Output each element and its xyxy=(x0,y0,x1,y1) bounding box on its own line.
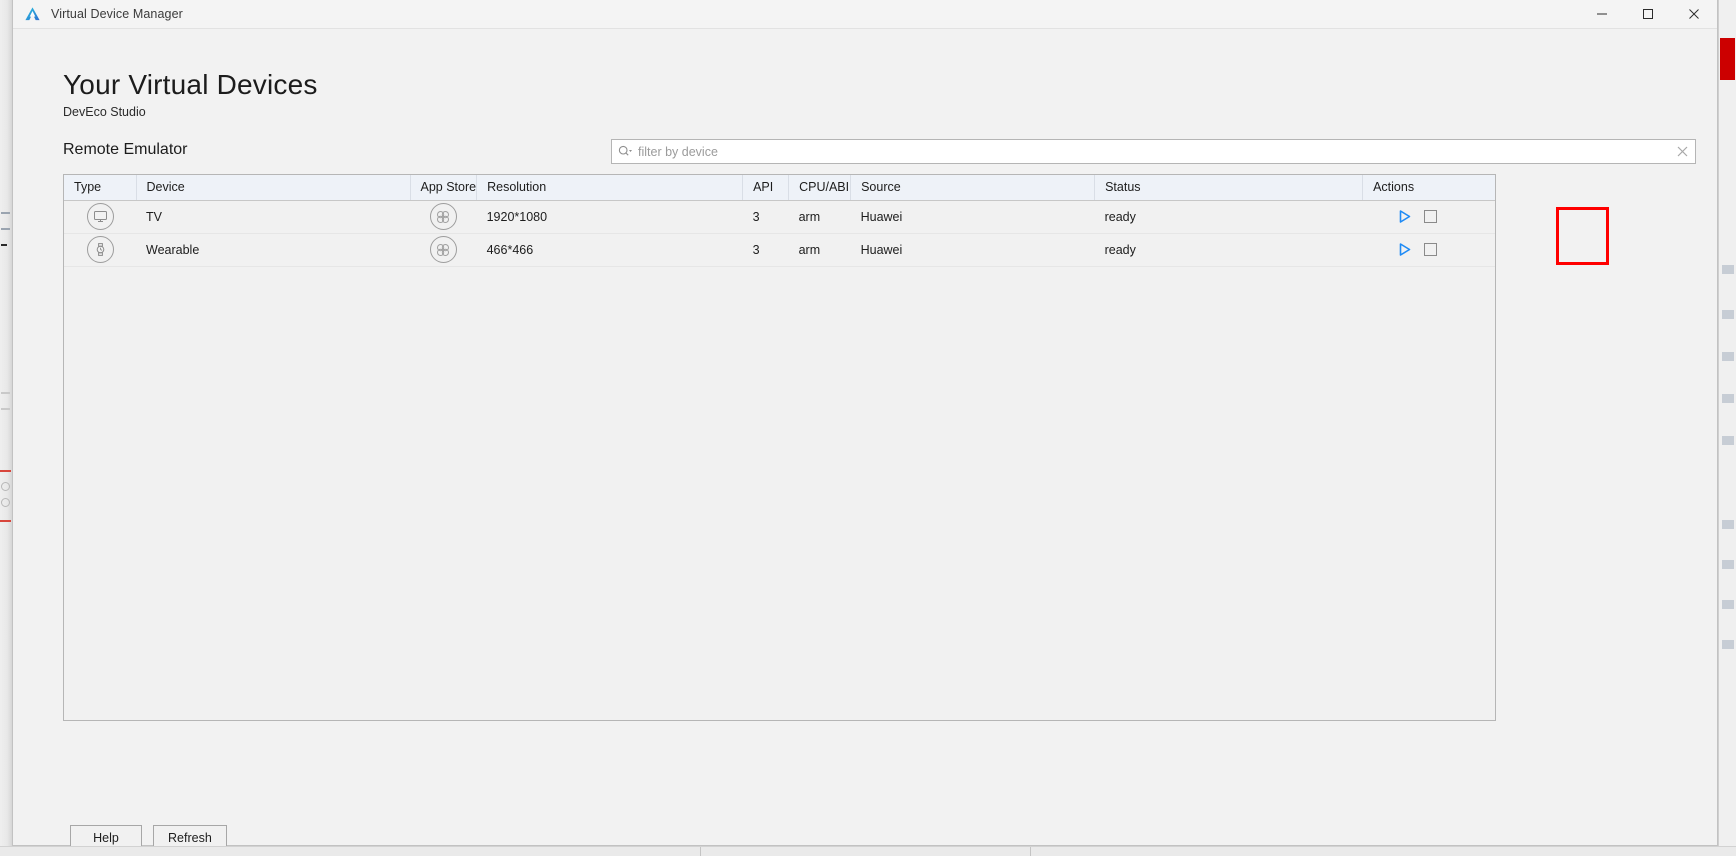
table-body: TV 1920*1080 3 arm Huawei ready Wearable… xyxy=(64,200,1495,267)
cell-cpu-abi: arm xyxy=(788,233,851,267)
table-header: Type Device App Store Resolution API CPU… xyxy=(64,175,1495,201)
play-icon xyxy=(1399,210,1410,223)
column-header-device[interactable]: Device xyxy=(136,175,411,201)
appgallery-flower-icon xyxy=(429,203,457,230)
table-row[interactable]: TV 1920*1080 3 arm Huawei ready xyxy=(64,200,1495,234)
maximize-icon xyxy=(1643,9,1653,19)
cell-device: Wearable xyxy=(136,233,410,267)
play-button[interactable] xyxy=(1397,209,1412,224)
close-icon xyxy=(1689,9,1699,19)
cell-api: 3 xyxy=(742,233,789,267)
cell-api: 3 xyxy=(742,200,789,234)
cell-type xyxy=(64,200,136,234)
page-title: Your Virtual Devices xyxy=(63,69,318,100)
tv-monitor-icon xyxy=(86,203,114,230)
stop-icon xyxy=(1423,210,1437,223)
stop-button[interactable] xyxy=(1423,210,1437,223)
cell-app-store xyxy=(410,200,477,234)
table-row[interactable]: Wearable 466*466 3 arm Huawei ready xyxy=(64,233,1495,267)
close-button[interactable] xyxy=(1671,0,1717,29)
device-table-panel: Type Device App Store Resolution API CPU… xyxy=(63,174,1496,721)
cell-type xyxy=(64,233,136,267)
window-title: Virtual Device Manager xyxy=(51,7,183,21)
cell-source: Huawei xyxy=(850,233,1095,267)
window-controls xyxy=(1579,0,1717,29)
column-header-api[interactable]: API xyxy=(742,175,790,201)
appgallery-flower-icon xyxy=(429,236,457,263)
search-input[interactable] xyxy=(638,144,1669,159)
stop-button[interactable] xyxy=(1423,243,1437,256)
minimize-button[interactable] xyxy=(1579,0,1625,29)
cell-resolution: 466*466 xyxy=(476,233,743,267)
column-header-actions[interactable]: Actions xyxy=(1362,175,1495,201)
clear-icon[interactable] xyxy=(1669,146,1695,157)
stop-icon xyxy=(1423,243,1437,256)
cell-status: ready xyxy=(1094,233,1363,267)
page-subtitle: DevEco Studio xyxy=(63,105,146,119)
cell-source: Huawei xyxy=(850,200,1095,234)
cell-actions xyxy=(1362,233,1495,267)
virtual-device-manager-window: Virtual Device Manager Your Virtual Devi… xyxy=(12,0,1718,850)
device-table: Type Device App Store Resolution API CPU… xyxy=(64,175,1495,267)
cell-app-store xyxy=(410,233,477,267)
column-header-app-store[interactable]: App Store xyxy=(410,175,478,201)
cell-resolution: 1920*1080 xyxy=(476,200,743,234)
column-header-resolution[interactable]: Resolution xyxy=(476,175,744,201)
filter-search-box[interactable] xyxy=(611,139,1696,164)
column-header-source[interactable]: Source xyxy=(850,175,1096,201)
cell-cpu-abi: arm xyxy=(788,200,851,234)
cell-status: ready xyxy=(1094,200,1363,234)
bottom-status-strip xyxy=(0,846,1736,856)
cell-actions xyxy=(1362,200,1495,234)
column-header-status[interactable]: Status xyxy=(1094,175,1364,201)
cell-device: TV xyxy=(136,200,410,234)
minimize-icon xyxy=(1597,13,1607,15)
title-bar: Virtual Device Manager xyxy=(13,0,1717,29)
column-header-cpu-abi[interactable]: CPU/ABI xyxy=(788,175,852,201)
table-header-row: Type Device App Store Resolution API CPU… xyxy=(64,175,1495,201)
play-button[interactable] xyxy=(1397,242,1412,257)
column-header-type[interactable]: Type xyxy=(64,175,137,201)
search-icon xyxy=(612,145,638,158)
background-ide-right-strip xyxy=(1718,0,1736,856)
section-title: Remote Emulator xyxy=(63,141,188,158)
annotation-highlight-box xyxy=(1556,207,1609,265)
play-icon xyxy=(1399,243,1410,256)
maximize-button[interactable] xyxy=(1625,0,1671,29)
wearable-watch-icon xyxy=(86,236,114,263)
background-ide-left-strip xyxy=(0,0,12,856)
deveco-logo-icon xyxy=(25,6,40,20)
